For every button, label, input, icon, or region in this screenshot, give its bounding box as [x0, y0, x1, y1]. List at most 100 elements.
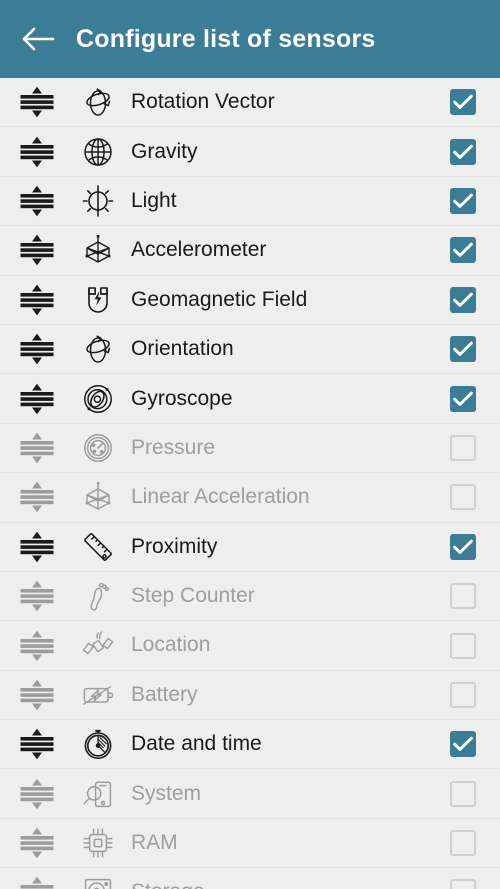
- drag-reorder-icon[interactable]: [0, 423, 74, 472]
- sensor-row[interactable]: System: [0, 769, 500, 819]
- drag-reorder-icon[interactable]: [0, 374, 74, 423]
- sensor-enable-checkbox[interactable]: [426, 522, 500, 571]
- sensor-row[interactable]: Geomagnetic Field: [0, 275, 500, 325]
- ruler-icon: [74, 522, 122, 571]
- sensor-row[interactable]: Rotation Vector: [0, 78, 500, 128]
- checkbox-unchecked-icon: [450, 681, 476, 708]
- drag-reorder-icon[interactable]: [0, 226, 74, 275]
- drag-reorder-icon[interactable]: [0, 325, 74, 374]
- sensor-enable-checkbox[interactable]: [426, 670, 500, 719]
- sensor-row[interactable]: Pressure: [0, 423, 500, 474]
- sensor-enable-checkbox[interactable]: [426, 226, 500, 275]
- globe-icon: [74, 127, 122, 176]
- checkbox-unchecked-icon: [450, 830, 476, 857]
- checkbox-checked-icon: [450, 731, 476, 758]
- drag-reorder-icon[interactable]: [0, 670, 74, 719]
- sensor-row[interactable]: Storage: [0, 868, 500, 889]
- sensor-row-label: Pressure: [131, 435, 216, 459]
- sensor-row-label: Light: [131, 188, 177, 212]
- checkbox-unchecked-icon: [450, 583, 476, 610]
- sensor-row-label: Step Counter: [131, 584, 255, 608]
- sensor-row-label: Battery: [131, 682, 198, 706]
- sensor-row-label: Proximity: [131, 534, 218, 558]
- cpu-chip-icon: [74, 819, 122, 868]
- sensor-row[interactable]: Location: [0, 621, 500, 671]
- rotation-vector-icon: [74, 325, 122, 374]
- checkbox-unchecked-icon: [450, 484, 476, 511]
- magnet-icon: [74, 275, 122, 324]
- drag-reorder-icon[interactable]: [0, 275, 74, 324]
- sensor-row-label: RAM: [131, 831, 178, 855]
- sensor-row[interactable]: Date and time: [0, 720, 500, 770]
- sensor-enable-checkbox[interactable]: [426, 720, 500, 769]
- drag-reorder-icon[interactable]: [0, 572, 74, 621]
- gyroscope-atom-icon: [74, 374, 122, 423]
- sensor-enable-checkbox[interactable]: [426, 275, 500, 324]
- pressure-gauge-icon: [74, 423, 122, 472]
- back-button[interactable]: [0, 0, 76, 78]
- checkbox-unchecked-icon: [450, 632, 476, 659]
- sensor-enable-checkbox[interactable]: [426, 868, 500, 889]
- sensor-row[interactable]: Proximity: [0, 522, 500, 572]
- sensor-enable-checkbox[interactable]: [426, 572, 500, 621]
- sensor-enable-checkbox[interactable]: [426, 176, 500, 225]
- sensor-enable-checkbox[interactable]: [426, 621, 500, 670]
- checkbox-checked-icon: [450, 385, 476, 412]
- sensor-row[interactable]: Light: [0, 176, 500, 227]
- drag-reorder-icon[interactable]: [0, 819, 74, 868]
- sensor-row-label: Geomagnetic Field: [131, 287, 308, 311]
- sensor-row-label: Linear Acceleration: [131, 485, 310, 509]
- sensor-enable-checkbox[interactable]: [426, 374, 500, 423]
- sensor-enable-checkbox[interactable]: [426, 423, 500, 472]
- sensor-enable-checkbox[interactable]: [426, 127, 500, 176]
- sensor-row-label: Accelerometer: [131, 238, 267, 262]
- checkbox-checked-icon: [450, 533, 476, 560]
- sensor-row[interactable]: Gravity: [0, 127, 500, 177]
- sensor-row[interactable]: Gyroscope: [0, 374, 500, 424]
- sensor-row-label: Location: [131, 633, 211, 657]
- battery-bolt-icon: [74, 670, 122, 719]
- sensor-row[interactable]: Linear Acceleration: [0, 473, 500, 523]
- drag-reorder-icon[interactable]: [0, 522, 74, 571]
- drag-reorder-icon[interactable]: [0, 127, 74, 176]
- drag-reorder-icon[interactable]: [0, 473, 74, 522]
- cube-axes-icon: [74, 226, 122, 275]
- sensor-enable-checkbox[interactable]: [426, 325, 500, 374]
- sensor-list[interactable]: Rotation Vector Gravity Light Accelerome…: [0, 78, 500, 889]
- checkbox-checked-icon: [450, 237, 476, 264]
- sensor-enable-checkbox[interactable]: [426, 78, 500, 127]
- sensor-row-label: Storage: [122, 880, 426, 889]
- sensor-row[interactable]: Orientation: [0, 324, 500, 375]
- drag-reorder-icon[interactable]: [0, 78, 74, 127]
- checkbox-unchecked-icon: [450, 434, 476, 461]
- checkbox-checked-icon: [450, 138, 476, 165]
- app-bar: Configure list of sensors: [0, 0, 500, 78]
- drag-reorder-icon[interactable]: [0, 720, 74, 769]
- drag-reorder-icon[interactable]: [0, 621, 74, 670]
- phone-search-icon: [74, 769, 122, 818]
- sensor-enable-checkbox[interactable]: [426, 819, 500, 868]
- cube-axes-icon: [74, 473, 122, 522]
- checkbox-checked-icon: [450, 89, 476, 116]
- sensor-row-label: Date and time: [131, 732, 262, 756]
- hard-disk-icon: [74, 868, 122, 889]
- sensor-row-label: Gravity: [131, 139, 198, 163]
- sensor-row[interactable]: Step Counter: [0, 571, 500, 622]
- rotation-vector-icon: [74, 78, 122, 127]
- sensor-enable-checkbox[interactable]: [426, 769, 500, 818]
- drag-reorder-icon[interactable]: [0, 868, 74, 889]
- drag-reorder-icon[interactable]: [0, 769, 74, 818]
- sensor-enable-checkbox[interactable]: [426, 473, 500, 522]
- sensor-row[interactable]: Battery: [0, 670, 500, 721]
- checkbox-checked-icon: [450, 286, 476, 313]
- sensor-row[interactable]: RAM: [0, 818, 500, 869]
- sensor-row-label: System: [131, 781, 202, 805]
- checkbox-checked-icon: [450, 336, 476, 363]
- checkbox-unchecked-icon: [450, 879, 476, 889]
- sensor-row[interactable]: Accelerometer: [0, 226, 500, 276]
- sensor-row-label: Rotation Vector: [131, 90, 275, 114]
- checkbox-unchecked-icon: [450, 780, 476, 807]
- drag-reorder-icon[interactable]: [0, 176, 74, 225]
- arrow-left-icon: [21, 26, 55, 52]
- satellite-icon: [74, 621, 122, 670]
